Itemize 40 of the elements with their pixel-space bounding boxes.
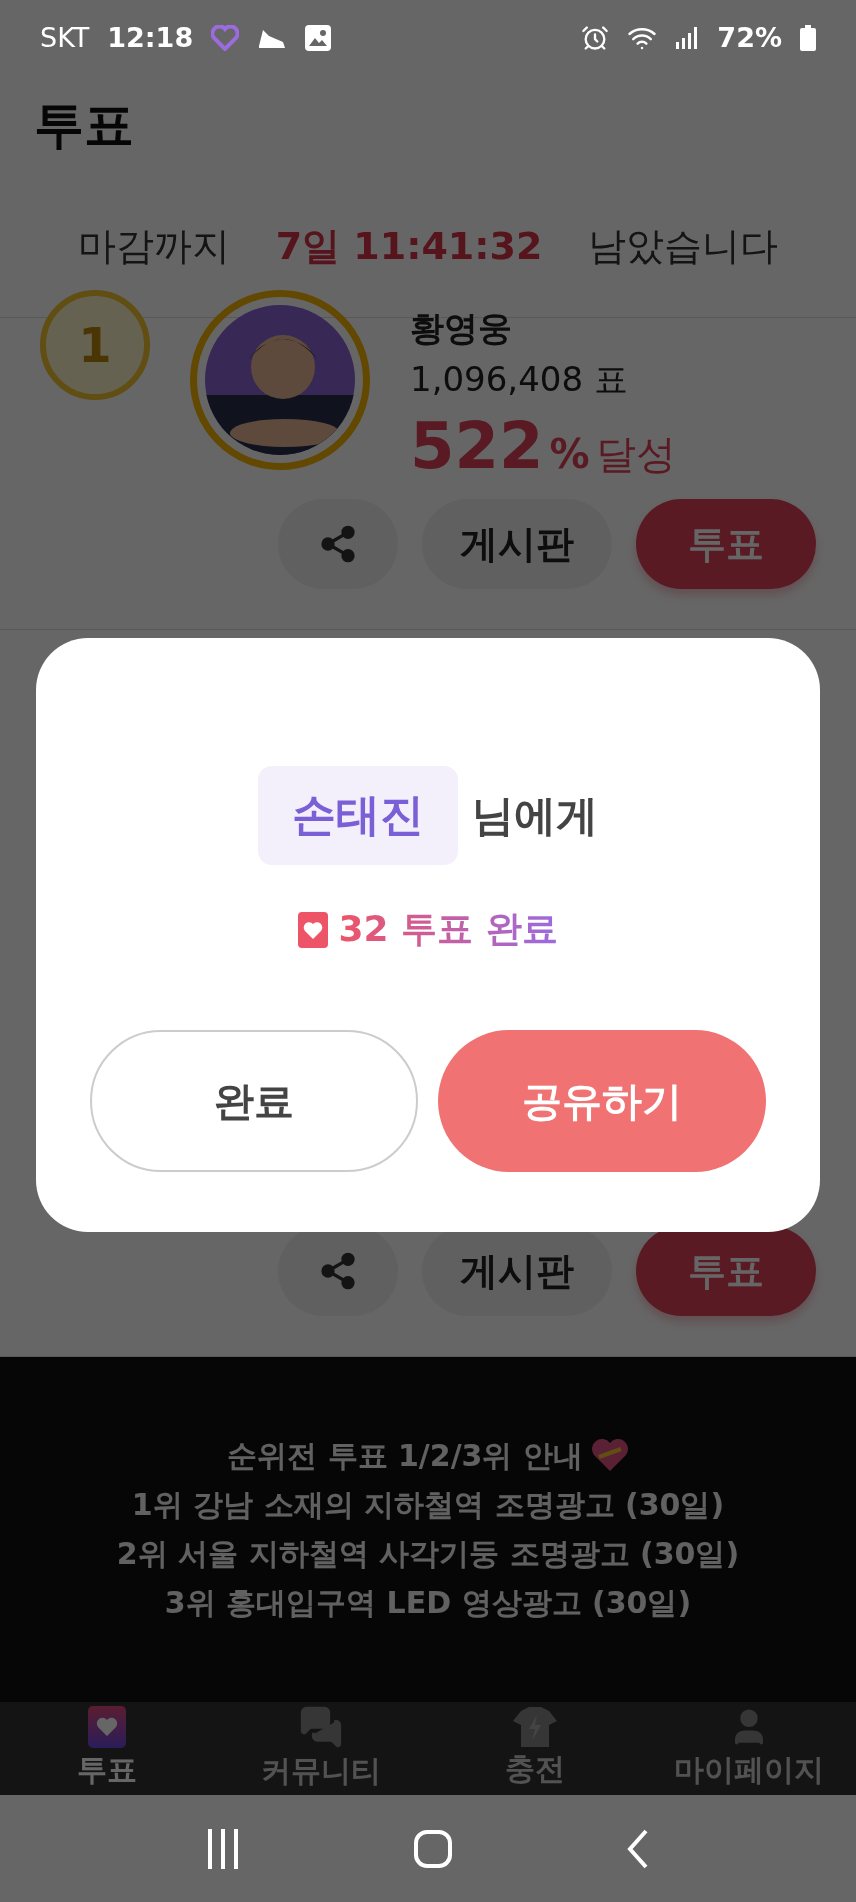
image-icon [305, 24, 332, 51]
percent-sign: % [549, 431, 590, 477]
rank-badge: 1 [40, 289, 150, 400]
achieved-label: 달성 [595, 430, 676, 479]
heart-app-icon [211, 24, 240, 51]
alarm-icon [581, 23, 610, 52]
back-icon [625, 1828, 650, 1869]
nav-tab[interactable]: 투표 [0, 1702, 214, 1795]
home-icon [413, 1828, 453, 1869]
notice-line: 3위 홍대입구역 LED 영상광고 (30일) [164, 1583, 692, 1622]
candidate-name: 황영웅 [410, 309, 513, 347]
heart-card-icon [298, 911, 329, 948]
battery-percent: 72% [717, 22, 782, 53]
done-button[interactable]: 완료 [90, 1030, 418, 1172]
vote-button[interactable]: 투표 [636, 1226, 816, 1316]
share-button[interactable]: 공유하기 [438, 1030, 766, 1172]
countdown-time: 7일 11:41:32 [275, 222, 543, 270]
chat-icon [299, 1705, 343, 1749]
share-icon [318, 1251, 358, 1291]
percent-value: 522 [410, 409, 544, 483]
recipient-name: 손태진 [258, 766, 458, 865]
recipient-suffix: 님에게 [472, 789, 598, 842]
notice-line: 순위전 투표 1/2/3위 안내 [227, 1436, 583, 1475]
notice-line: 1위 강남 소재의 지하철역 조명광고 (30일) [131, 1485, 725, 1524]
notice-line: 2위 서울 지하철역 사각기둥 조명광고 (30일) [116, 1534, 740, 1573]
countdown-suffix: 남았습니다 [588, 222, 779, 270]
battery-icon [800, 24, 816, 51]
heart-icon [590, 1439, 629, 1473]
signal-icon [675, 25, 700, 50]
vote-button[interactable]: 투표 [636, 499, 816, 589]
recent-apps-icon [206, 1828, 241, 1869]
clock: 12:18 [107, 22, 194, 53]
share-icon [318, 524, 358, 564]
board-button[interactable]: 게시판 [422, 499, 612, 589]
heart-card-icon [88, 1706, 126, 1748]
vote-count: 1,096,408 표 [410, 358, 629, 401]
page-title: 투표 [34, 94, 134, 156]
carrier: SKT [40, 22, 90, 53]
lightning-shirt-icon [513, 1707, 557, 1747]
countdown-prefix: 마감까지 [77, 222, 230, 270]
